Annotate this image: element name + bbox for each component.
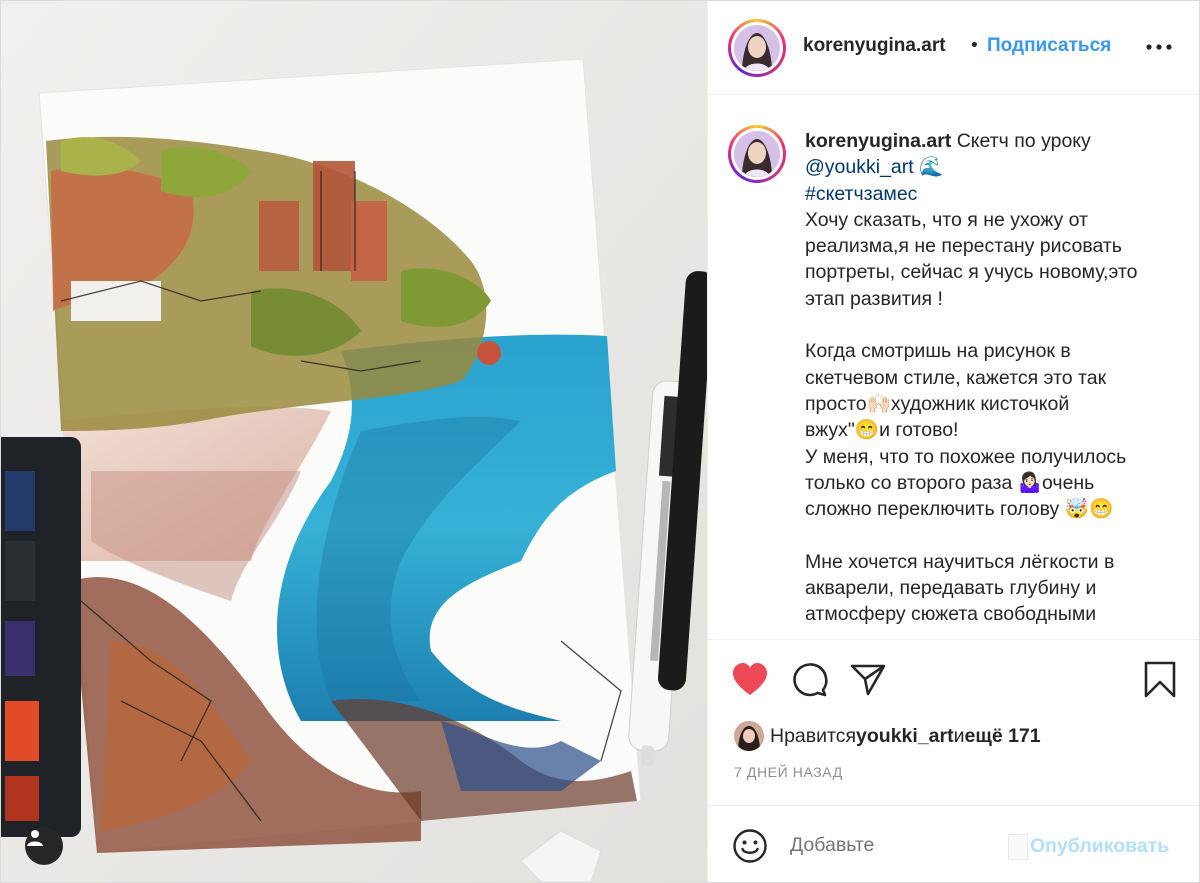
caption-line: сложно переключить голову 🤯😁 (805, 498, 1114, 521)
post-timestamp[interactable]: 7 ДНЕЙ НАЗАД (734, 764, 843, 780)
caption-line: реализма,я не перестану рисовать (805, 235, 1122, 258)
comment-input[interactable] (790, 834, 990, 857)
user-icon (27, 830, 43, 846)
emoji-button[interactable] (732, 828, 768, 864)
caption-line: акварели, передавать глубину и (805, 577, 1097, 600)
caption-author-avatar[interactable] (728, 125, 786, 183)
post-header: korenyugina.art • Подписаться (708, 1, 1199, 95)
caption-line: вжух"😁и готово! (805, 419, 959, 442)
author-photo (734, 131, 780, 177)
caption-username[interactable]: korenyugina.art (805, 130, 951, 152)
publish-label: Опубликовать (1030, 835, 1170, 858)
post-image[interactable] (1, 1, 707, 882)
tagged-users-button[interactable] (25, 827, 63, 865)
share-icon (850, 664, 886, 696)
post-modal: korenyugina.art • Подписаться korenyugin… (0, 0, 1200, 883)
smiley-icon (733, 829, 767, 863)
caption-line: этап развития ! (805, 287, 943, 310)
caption-line: У меня, что то похожее получилось (805, 445, 1127, 468)
caption-line: Скетч по уроку (951, 130, 1091, 152)
input-cursor-box (1008, 834, 1028, 860)
caption-line: атмосферу сюжета свободными (805, 603, 1097, 626)
comment-form: Опубликовать (708, 805, 1199, 882)
post-actions: Нравится youkki_art и ещё 171 7 ДНЕЙ НАЗ… (708, 639, 1199, 882)
hashtag-link[interactable]: #скетчзамес (805, 183, 917, 205)
caption-blank-line (805, 522, 1185, 548)
like-button[interactable] (730, 660, 770, 700)
caption-line: скетчевом стиле, кажется это так (805, 366, 1107, 389)
liker-photo (734, 721, 764, 751)
post-sidebar: korenyugina.art • Подписаться korenyugin… (707, 1, 1199, 882)
caption-text: korenyugina.art Скетч по уроку @youkki_a… (805, 128, 1185, 628)
likes-count[interactable]: ещё 171 (965, 725, 1041, 748)
more-horizontal-icon (1146, 44, 1172, 50)
caption-line: портреты, сейчас я учусь новому,это (805, 261, 1138, 284)
comment-icon (793, 663, 828, 697)
follow-button[interactable]: Подписаться (987, 35, 1111, 57)
liker-avatar[interactable] (734, 721, 764, 751)
more-options-button[interactable] (1142, 34, 1176, 60)
author-photo (734, 25, 780, 71)
share-button[interactable] (848, 660, 888, 700)
publish-button[interactable]: Опубликовать (1008, 834, 1169, 860)
likes-prefix: Нравится (770, 724, 857, 747)
caption-line: Когда смотришь на рисунок в (805, 340, 1071, 363)
likes-summary: Нравится youkki_art и ещё 171 (734, 720, 1041, 752)
post-caption: korenyugina.art Скетч по уроку @youkki_a… (708, 95, 1199, 639)
heart-filled-icon (733, 663, 767, 695)
author-username[interactable]: korenyugina.art (803, 35, 946, 57)
caption-line: Хочу сказать, что я не ухожу от (805, 208, 1088, 231)
mention-link[interactable]: @youkki_art 🌊 (805, 156, 943, 178)
caption-blank-line (805, 312, 1185, 338)
caption-line: только со второго раза 🤷🏻‍♀️очень (805, 471, 1095, 494)
save-button[interactable] (1140, 660, 1180, 700)
watercolor-sketch-image (1, 1, 707, 882)
caption-line: просто🙌🏻художник кисточкой (805, 392, 1070, 415)
bookmark-icon (1144, 661, 1176, 698)
separator-dot: • (971, 35, 978, 56)
likes-middle: и (953, 724, 965, 747)
comment-button[interactable] (790, 660, 830, 700)
caption-line: Мне хочется научиться лёгкости в (805, 550, 1115, 573)
liked-by-user[interactable]: youkki_art (856, 725, 954, 748)
author-avatar[interactable] (728, 19, 786, 77)
